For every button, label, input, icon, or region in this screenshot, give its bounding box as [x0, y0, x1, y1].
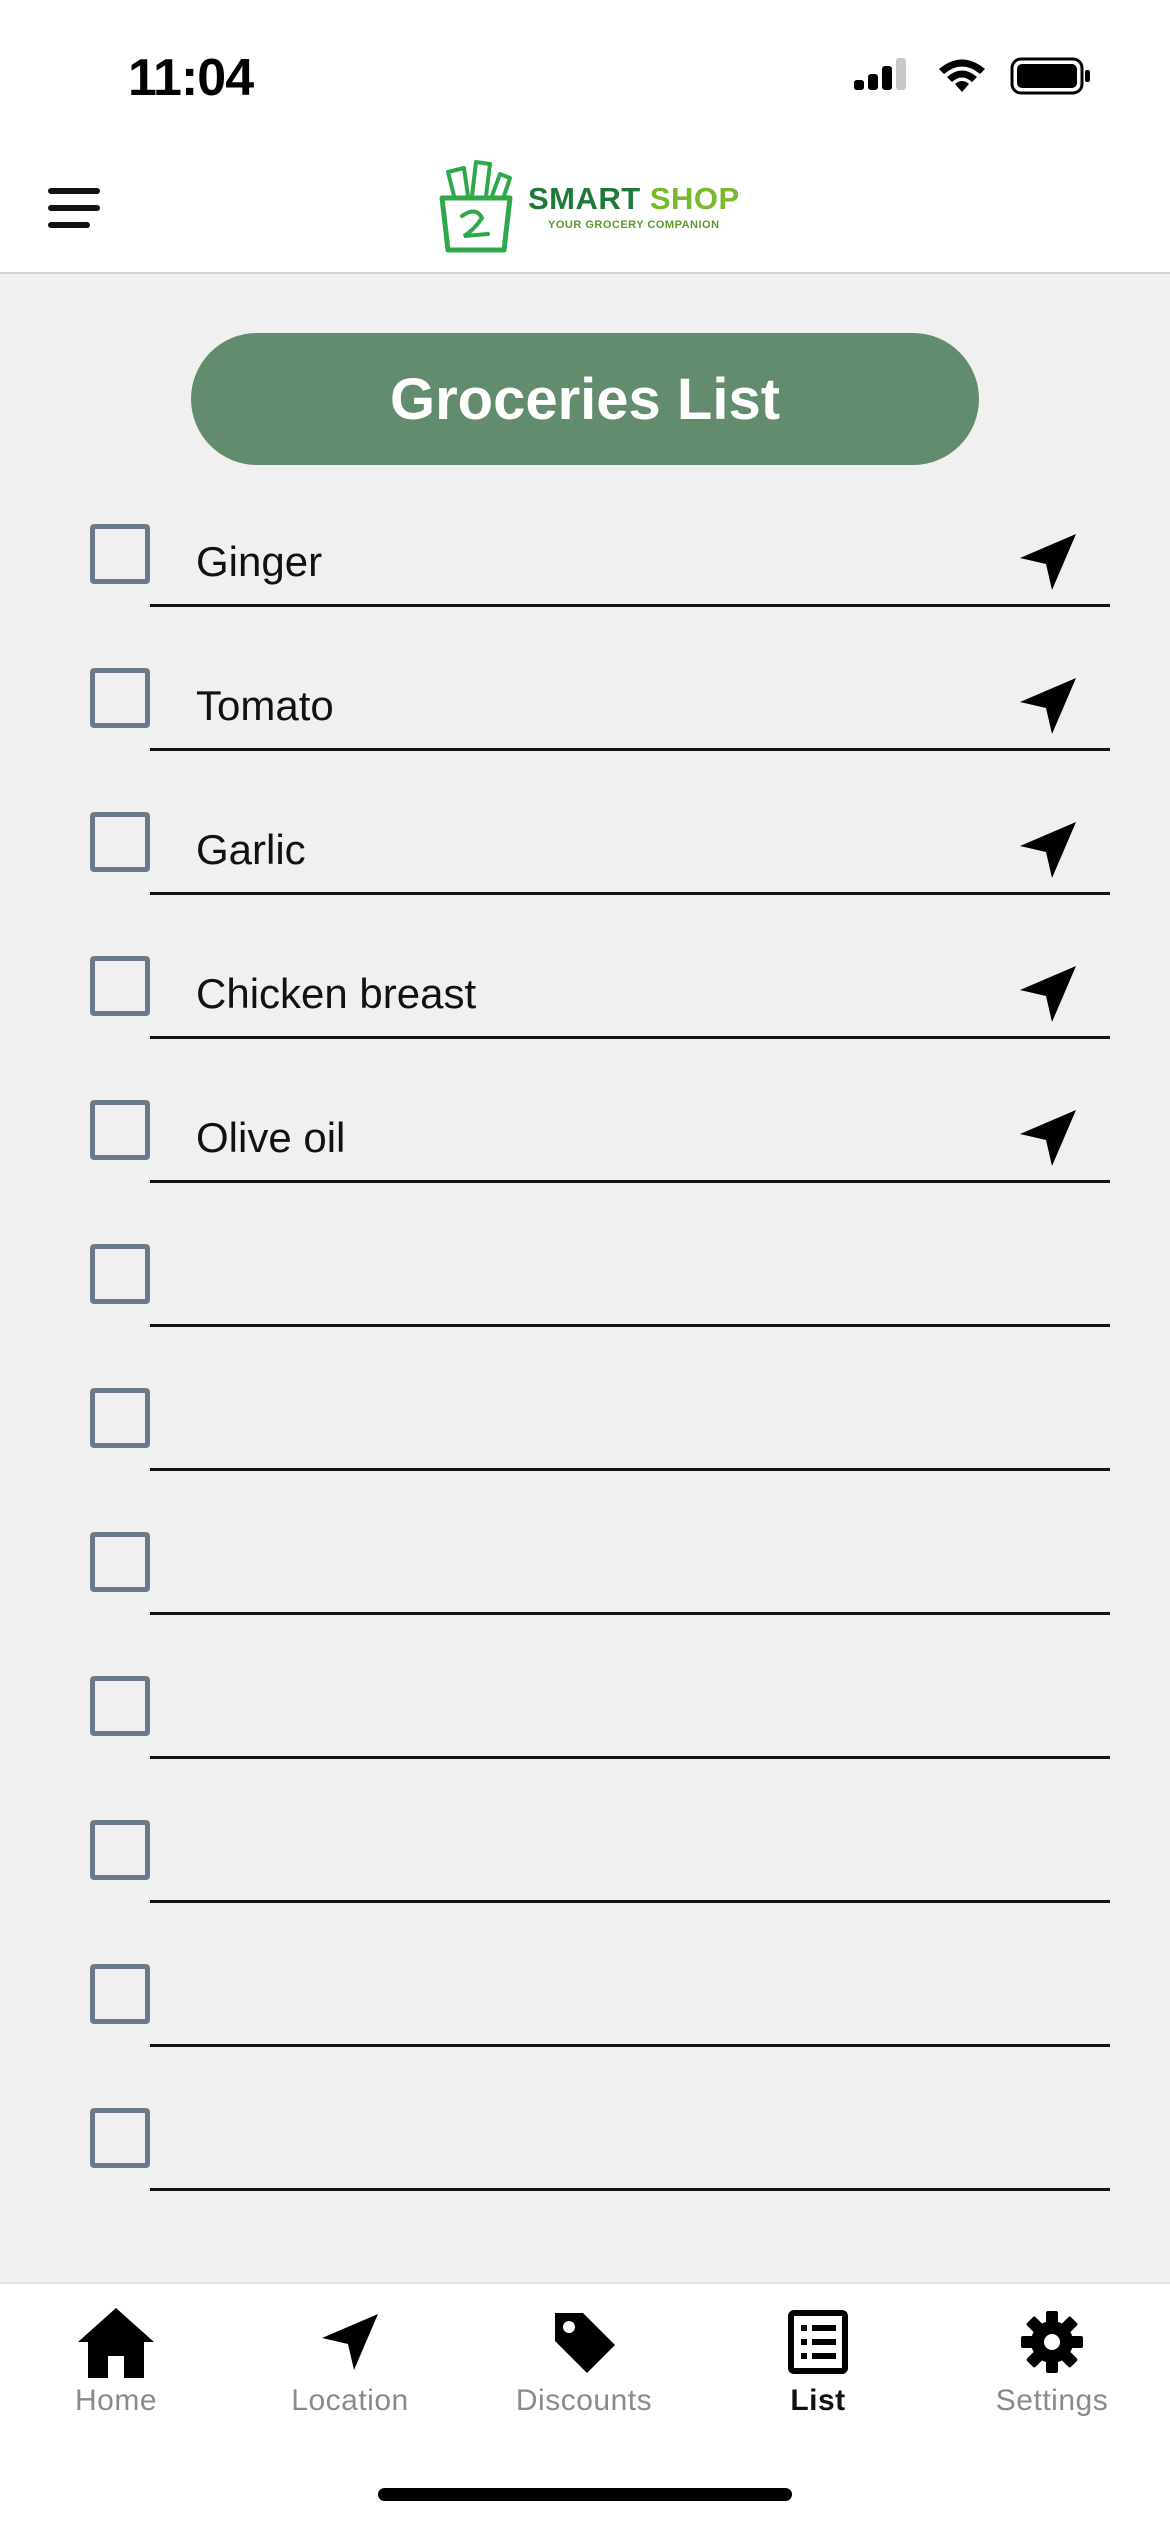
location-arrow-icon[interactable]	[1016, 530, 1080, 594]
item-checkbox[interactable]	[90, 1100, 150, 1160]
tab-label: Location	[291, 2384, 409, 2417]
item-underline	[150, 1468, 1110, 1471]
list-item: Ginger	[0, 520, 1170, 664]
item-label[interactable]: Tomato	[196, 682, 334, 730]
list-item-empty	[0, 1672, 1170, 1816]
app-logo: SMART SHOP YOUR GROCERY COMPANION	[434, 158, 740, 254]
logo-subtitle: YOUR GROCERY COMPANION	[548, 219, 720, 231]
item-underline	[150, 1324, 1110, 1327]
location-arrow-icon[interactable]	[1016, 962, 1080, 1026]
item-underline	[150, 604, 1110, 607]
tab-label: Home	[74, 2384, 158, 2417]
list-item-empty	[0, 1960, 1170, 2104]
item-underline	[150, 1900, 1110, 1903]
tag-icon	[542, 2304, 626, 2380]
menu-line	[48, 188, 100, 194]
logo-title-part2: SHOP	[649, 181, 740, 216]
item-checkbox[interactable]	[90, 2108, 150, 2168]
item-underline	[150, 1180, 1110, 1183]
list-item: Tomato	[0, 664, 1170, 808]
location-arrow-icon[interactable]	[1016, 674, 1080, 738]
tab-discounts[interactable]: Discounts	[484, 2304, 684, 2424]
item-checkbox[interactable]	[90, 812, 150, 872]
item-underline	[150, 892, 1110, 895]
logo-text: SMART SHOP YOUR GROCERY COMPANION	[528, 181, 740, 231]
item-underline	[150, 1756, 1110, 1759]
logo-title-part1: SMART	[528, 181, 641, 216]
item-checkbox[interactable]	[90, 1388, 150, 1448]
item-checkbox[interactable]	[90, 524, 150, 584]
item-label[interactable]: Olive oil	[196, 1114, 345, 1162]
item-underline	[150, 1612, 1110, 1615]
location-arrow-icon	[308, 2304, 392, 2380]
item-checkbox[interactable]	[90, 1676, 150, 1736]
item-checkbox[interactable]	[90, 1964, 150, 2024]
menu-line	[48, 205, 100, 211]
hamburger-menu-button[interactable]	[44, 180, 108, 236]
tab-list[interactable]: List	[718, 2304, 918, 2424]
list-item-empty	[0, 1528, 1170, 1672]
list-item-empty	[0, 1816, 1170, 1960]
item-checkbox[interactable]	[90, 1532, 150, 1592]
status-time: 11:04	[128, 49, 254, 107]
item-label[interactable]: Ginger	[196, 538, 322, 586]
list-item: Olive oil	[0, 1096, 1170, 1240]
item-label[interactable]: Garlic	[196, 826, 306, 874]
status-bar: 11:04	[0, 0, 1170, 140]
app-header: SMART SHOP YOUR GROCERY COMPANION	[0, 140, 1170, 274]
item-label[interactable]: Chicken breast	[196, 970, 476, 1018]
list-item: Chicken breast	[0, 952, 1170, 1096]
tab-home[interactable]: Home	[16, 2304, 216, 2424]
status-icons	[854, 54, 1092, 98]
grocery-basket-logo-icon	[439, 160, 513, 253]
tab-label: List	[790, 2384, 846, 2417]
tab-location[interactable]: Location	[250, 2304, 450, 2424]
menu-line	[48, 222, 90, 228]
page-title: Groceries List	[389, 366, 781, 432]
item-checkbox[interactable]	[90, 1820, 150, 1880]
gear-icon	[1010, 2304, 1094, 2380]
list-icon	[776, 2304, 860, 2380]
list-item-empty	[0, 2104, 1170, 2248]
item-checkbox[interactable]	[90, 956, 150, 1016]
list-item: Garlic	[0, 808, 1170, 952]
wifi-icon	[939, 59, 985, 92]
cellular-signal-icon	[854, 58, 906, 90]
logo-title: SMART SHOP	[528, 181, 740, 217]
location-arrow-icon[interactable]	[1016, 1106, 1080, 1170]
location-arrow-icon[interactable]	[1016, 818, 1080, 882]
item-checkbox[interactable]	[90, 668, 150, 728]
home-icon	[74, 2304, 158, 2380]
tab-label: Discounts	[515, 2384, 653, 2417]
list-item-empty	[0, 1384, 1170, 1528]
item-underline	[150, 1036, 1110, 1039]
item-underline	[150, 2188, 1110, 2191]
item-underline	[150, 2044, 1110, 2047]
item-checkbox[interactable]	[90, 1244, 150, 1304]
list-item-empty	[0, 1240, 1170, 1384]
tab-label: Settings	[995, 2384, 1109, 2417]
battery-icon	[1010, 57, 1090, 95]
home-indicator[interactable]	[378, 2488, 792, 2501]
tab-settings[interactable]: Settings	[952, 2304, 1152, 2424]
item-underline	[150, 748, 1110, 751]
page-title-pill: Groceries List	[191, 333, 979, 465]
